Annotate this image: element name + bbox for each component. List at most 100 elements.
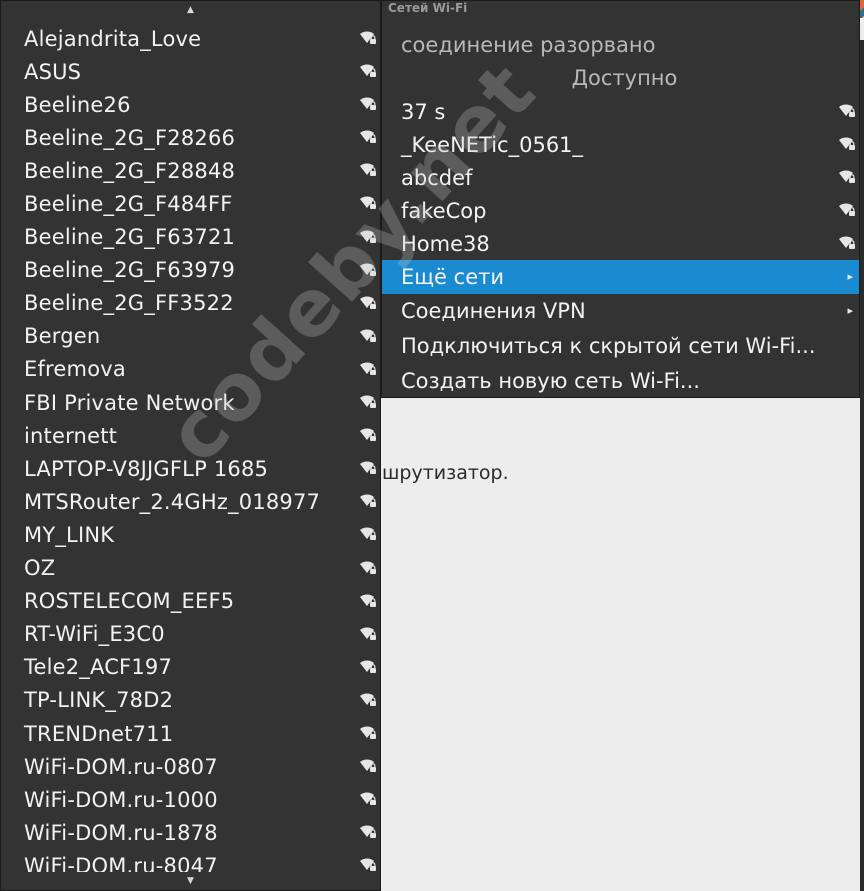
available-network-item[interactable]: fakeCop (382, 194, 859, 227)
network-item[interactable]: WiFi-DOM.ru-1878 (1, 816, 380, 849)
wifi-secure-icon (360, 494, 376, 508)
wifi-secure-icon (360, 726, 376, 739)
network-item[interactable]: internett (1, 419, 380, 452)
more-networks-submenu[interactable]: ▲ Alejandrita_Love ASUS Beeline26 Beeline_2… (0, 0, 381, 891)
network-name: WiFi-DOM.ru-1878 (24, 820, 218, 845)
wifi-secure-icon (359, 725, 377, 741)
network-item[interactable]: Efremova (1, 353, 380, 386)
network-item[interactable]: WiFi-DOM.ru-0807 (1, 750, 380, 783)
wifi-secure-icon (359, 791, 377, 807)
available-network-item[interactable]: 37 s (382, 95, 859, 128)
network-name: fakeCop (401, 198, 487, 223)
wifi-secure-icon (359, 526, 377, 542)
wifi-secure-icon (839, 203, 855, 217)
wifi-secure-icon (839, 137, 855, 151)
wifi-secure-icon (360, 527, 376, 541)
network-item[interactable]: FBI Private Network (1, 386, 380, 419)
network-name: MY_LINK (24, 522, 115, 547)
chevron-right-icon: ▸ (847, 270, 853, 284)
network-item[interactable]: MY_LINK (1, 518, 380, 551)
create-new-network-item[interactable]: Создать новую сеть Wi-Fi... (382, 364, 859, 399)
connect-hidden-network-item-label: Подключиться к скрытой сети Wi-Fi... (401, 334, 816, 359)
network-item[interactable]: Bergen (1, 320, 380, 353)
network-item[interactable]: OZ (1, 552, 380, 585)
network-item[interactable]: Beeline_2G_F28266 (1, 121, 380, 154)
network-name: Home38 (401, 231, 490, 256)
network-item[interactable]: TP-LINK_78D2 (1, 684, 380, 717)
network-name: Alejandrita_Love (24, 26, 202, 51)
wifi-secure-icon (838, 235, 856, 251)
network-item[interactable]: TRENDnet711 (1, 717, 380, 750)
available-network-item[interactable]: abcdef (382, 161, 859, 194)
wifi-secure-icon (839, 236, 855, 250)
wifi-secure-icon (360, 693, 376, 706)
network-item[interactable]: Beeline_2G_F28848 (1, 154, 380, 187)
scroll-down-icon[interactable]: ▼ (1, 872, 380, 890)
menu-items: 37 s _KeeNETic_0561_ abcdef fakeCop Home38 Ещ… (382, 95, 859, 399)
wifi-secure-icon (359, 593, 377, 609)
network-item[interactable]: ASUS (1, 55, 380, 88)
wifi-secure-icon (838, 202, 856, 218)
wifi-secure-icon (360, 395, 376, 409)
wifi-secure-icon (360, 660, 376, 673)
network-name: LAPTOP-V8JJGFLP 1685 (24, 456, 269, 481)
network-item[interactable]: LAPTOP-V8JJGFLP 1685 (1, 452, 380, 485)
network-item[interactable]: Beeline_2G_FF3522 (1, 287, 380, 320)
network-name: Tele2_ACF197 (24, 655, 173, 680)
wifi-secure-icon (359, 427, 377, 443)
available-section-label: Доступно (571, 66, 678, 90)
wifi-secure-icon (360, 97, 376, 111)
menu-header: Сетей Wi-Fi (388, 1, 468, 15)
wifi-secure-icon (838, 169, 856, 185)
wifi-secure-icon (360, 461, 376, 475)
network-item[interactable]: Tele2_ACF197 (1, 651, 380, 684)
network-item[interactable]: Beeline_2G_F484FF (1, 187, 380, 220)
connect-hidden-network-item[interactable]: Подключиться к скрытой сети Wi-Fi... (382, 329, 859, 364)
wifi-secure-icon (359, 659, 377, 675)
wifi-secure-icon (360, 858, 376, 872)
vpn-connections-item[interactable]: Соединения VPN ▸ (382, 294, 859, 329)
network-item[interactable]: Beeline26 (1, 88, 380, 121)
network-name: Beeline_2G_F63979 (24, 258, 236, 283)
wifi-secure-icon (360, 31, 376, 44)
network-item[interactable]: Beeline_2G_F63979 (1, 254, 380, 287)
network-name: Beeline_2G_F484FF (24, 192, 233, 217)
wifi-secure-icon (838, 103, 856, 119)
wifi-secure-icon (359, 30, 377, 46)
wifi-secure-icon (359, 824, 377, 840)
network-item[interactable]: ROSTELECOM_EEF5 (1, 585, 380, 618)
wifi-secure-icon (360, 428, 376, 442)
wifi-secure-icon (359, 129, 377, 145)
wifi-secure-icon (359, 758, 377, 774)
network-name: TP-LINK_78D2 (24, 688, 174, 713)
wifi-secure-icon (359, 692, 377, 708)
available-network-item[interactable]: Home38 (382, 227, 859, 260)
network-name: FBI Private Network (24, 390, 235, 415)
wifi-secure-icon (360, 196, 376, 210)
wifi-secure-icon (359, 295, 377, 311)
network-item[interactable]: Alejandrita_Love (1, 22, 380, 55)
connection-status: соединение разорвано (401, 33, 656, 57)
available-network-item[interactable]: _KeeNETic_0561_ (382, 128, 859, 161)
create-new-network-item-label: Создать новую сеть Wi-Fi... (401, 369, 700, 394)
network-name: 37 s (401, 99, 446, 124)
scroll-up-icon[interactable]: ▲ (1, 1, 380, 19)
network-item[interactable]: RT-WiFi_E3C0 (1, 618, 380, 651)
background-partial-text: шрутизатор. (382, 462, 509, 484)
wifi-secure-icon (360, 130, 376, 144)
wifi-secure-icon (360, 594, 376, 607)
wifi-secure-icon (359, 96, 377, 112)
network-name: internett (24, 423, 118, 448)
wifi-secure-icon (359, 63, 377, 79)
network-item[interactable]: MTSRouter_2.4GHz_018977 (1, 485, 380, 518)
wifi-secure-icon (360, 230, 376, 243)
more-networks-item[interactable]: Ещё сети ▸ (382, 260, 859, 294)
network-item[interactable]: WiFi-DOM.ru-1000 (1, 783, 380, 816)
network-item[interactable]: Beeline_2G_F63721 (1, 221, 380, 254)
wifi-secure-icon (360, 163, 376, 177)
wifi-secure-icon (839, 104, 855, 117)
more-networks-item-label: Ещё сети (401, 265, 504, 290)
network-name: Efremova (24, 357, 126, 382)
wifi-secure-icon (359, 328, 377, 344)
wifi-menu: Сетей Wi-Fi соединение разорвано Доступн… (381, 0, 860, 398)
